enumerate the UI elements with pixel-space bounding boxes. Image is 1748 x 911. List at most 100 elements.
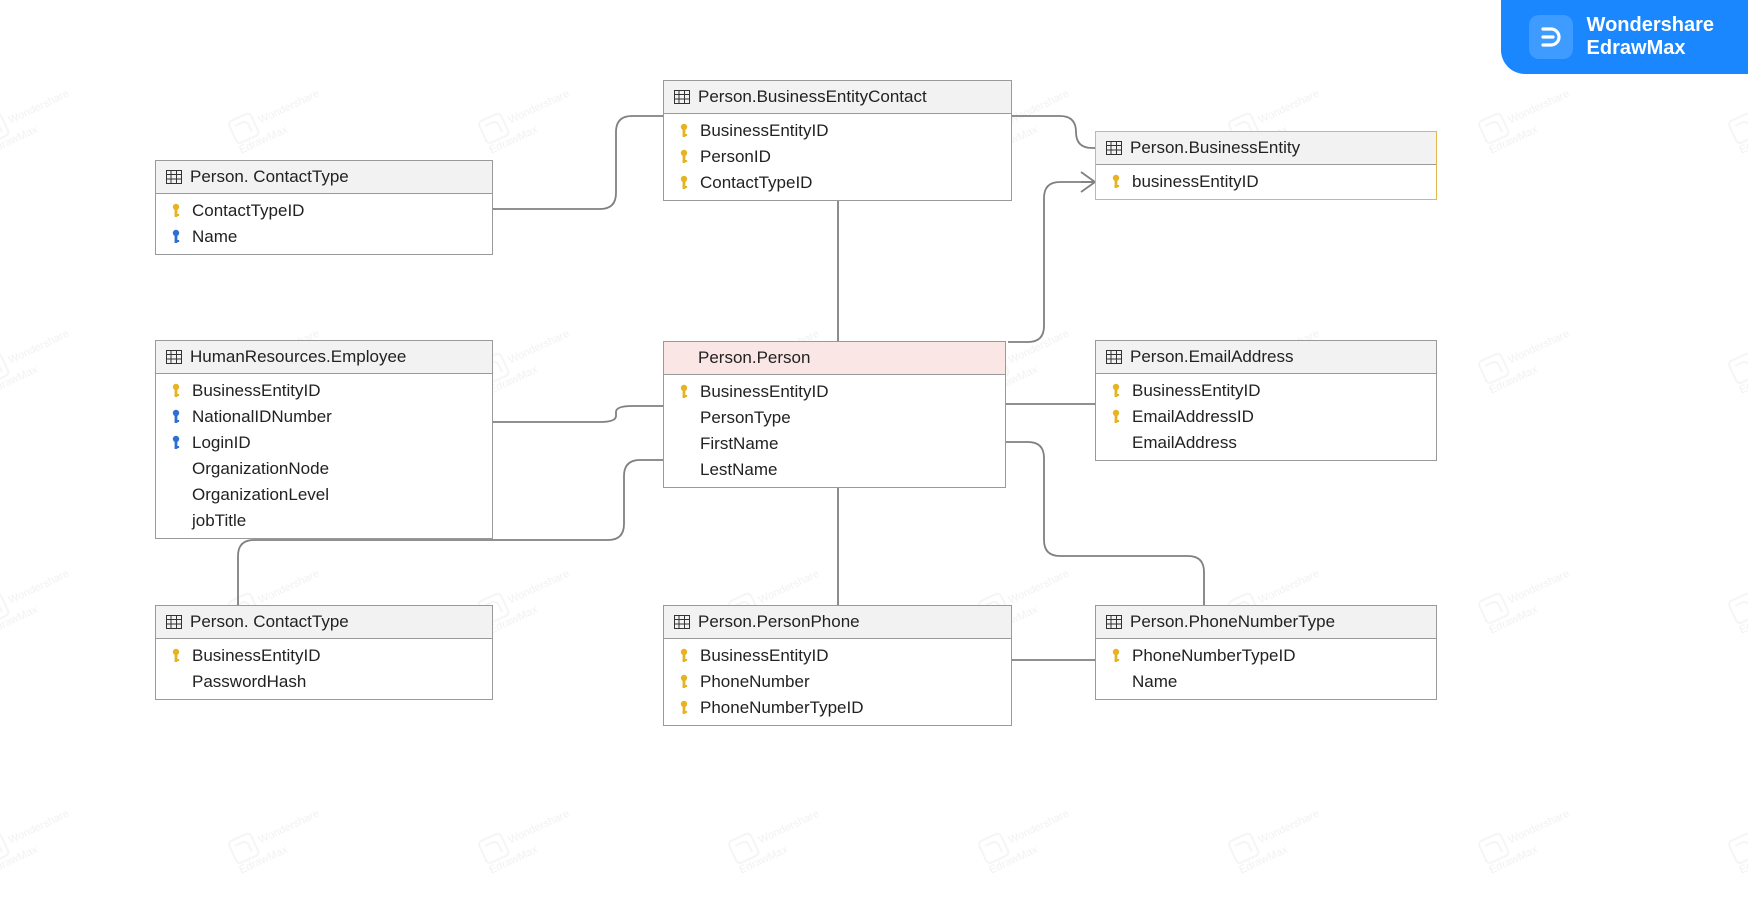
entity-title: HumanResources.Employee: [190, 347, 406, 367]
brand-line-1: Wondershare: [1587, 14, 1714, 37]
column-name: NationalIDNumber: [192, 406, 332, 428]
table-icon: [166, 350, 182, 364]
key-icon: [676, 175, 692, 191]
column-name: Name: [192, 226, 237, 248]
column-row: NationalIDNumber: [156, 404, 492, 430]
column-row: businessEntityID: [1096, 169, 1436, 195]
column-name: BusinessEntityID: [700, 381, 829, 403]
column-name: BusinessEntityID: [700, 120, 829, 142]
entity-email-address[interactable]: Person.EmailAddress BusinessEntityID Emai…: [1095, 340, 1437, 461]
column-name: PhoneNumberTypeID: [1132, 645, 1295, 667]
column-name: LoginID: [192, 432, 251, 454]
column-row: ContactTypeID: [156, 198, 492, 224]
brand-logo-icon: [1529, 15, 1573, 59]
column-name: BusinessEntityID: [1132, 380, 1261, 402]
column-row: BusinessEntityID: [156, 643, 492, 669]
column-row: PhoneNumberTypeID: [664, 695, 1011, 721]
column-name: PasswordHash: [192, 671, 306, 693]
key-icon: [676, 384, 692, 400]
column-row: BusinessEntityID: [664, 379, 1005, 405]
table-icon: [674, 90, 690, 104]
brand-badge: Wondershare EdrawMax: [1501, 0, 1748, 74]
key-icon: [676, 149, 692, 165]
column-row: FirstName: [664, 431, 1005, 457]
table-icon: [166, 170, 182, 184]
table-icon: [1106, 141, 1122, 155]
entity-header: Person.Person: [664, 342, 1005, 375]
key-icon: [168, 383, 184, 399]
column-row: BusinessEntityID: [1096, 378, 1436, 404]
column-row: LoginID: [156, 430, 492, 456]
column-row: PasswordHash: [156, 669, 492, 695]
column-row: OrganizationNode: [156, 456, 492, 482]
column-row: BusinessEntityID: [664, 643, 1011, 669]
key-icon: [1108, 409, 1124, 425]
column-name: FirstName: [700, 433, 778, 455]
entity-employee[interactable]: HumanResources.Employee BusinessEntityID…: [155, 340, 493, 539]
entity-person[interactable]: Person.Person BusinessEntityIDPersonType…: [663, 341, 1006, 488]
column-row: Name: [1096, 669, 1436, 695]
key-icon: [168, 409, 184, 425]
entity-business-entity-contact[interactable]: Person.BusinessEntityContact BusinessEnt…: [663, 80, 1012, 201]
column-row: Name: [156, 224, 492, 250]
key-icon: [168, 648, 184, 664]
entity-title: Person. ContactType: [190, 612, 349, 632]
key-icon: [168, 229, 184, 245]
entity-header: Person. ContactType: [156, 161, 492, 194]
column-name: ContactTypeID: [700, 172, 812, 194]
entity-body: ContactTypeID Name: [156, 194, 492, 254]
column-name: EmailAddress: [1132, 432, 1237, 454]
column-row: ContactTypeID: [664, 170, 1011, 196]
column-name: ContactTypeID: [192, 200, 304, 222]
column-row: PersonID: [664, 144, 1011, 170]
diagram-canvas: (function(){ const frag=document.createD…: [0, 0, 1748, 911]
key-icon: [1108, 174, 1124, 190]
entity-header: Person. ContactType: [156, 606, 492, 639]
entity-header: Person.PersonPhone: [664, 606, 1011, 639]
key-icon: [168, 435, 184, 451]
column-name: Name: [1132, 671, 1177, 693]
entity-body: BusinessEntityIDPersonTypeFirstName LestN…: [664, 375, 1005, 487]
entity-contact-type-1[interactable]: Person. ContactType ContactTypeID Name: [155, 160, 493, 255]
entity-person-phone[interactable]: Person.PersonPhone BusinessEntityID Phone…: [663, 605, 1012, 726]
entity-title: Person.Person: [698, 348, 810, 368]
entity-body: PhoneNumberTypeID Name: [1096, 639, 1436, 699]
entity-title: Person.PhoneNumberType: [1130, 612, 1335, 632]
key-icon: [676, 700, 692, 716]
column-name: businessEntityID: [1132, 171, 1259, 193]
column-row: PhoneNumberTypeID: [1096, 643, 1436, 669]
column-name: jobTitle: [192, 510, 246, 532]
entity-body: BusinessEntityID EmailAddressID EmailAddre…: [1096, 374, 1436, 460]
column-name: OrganizationLevel: [192, 484, 329, 506]
key-icon: [676, 123, 692, 139]
table-icon: [166, 615, 182, 629]
entity-body: BusinessEntityIDNationalIDNumberLoginIDO…: [156, 374, 492, 538]
brand-line-2: EdrawMax: [1587, 37, 1714, 60]
entity-title: Person.BusinessEntityContact: [698, 87, 927, 107]
key-icon: [168, 203, 184, 219]
column-row: LestName: [664, 457, 1005, 483]
column-name: PhoneNumber: [700, 671, 810, 693]
table-icon: [1106, 615, 1122, 629]
column-row: EmailAddress: [1096, 430, 1436, 456]
column-name: BusinessEntityID: [700, 645, 829, 667]
entity-header: HumanResources.Employee: [156, 341, 492, 374]
entity-body: BusinessEntityID PasswordHash: [156, 639, 492, 699]
column-row: PhoneNumber: [664, 669, 1011, 695]
entity-header: Person.PhoneNumberType: [1096, 606, 1436, 639]
entity-header: Person.EmailAddress: [1096, 341, 1436, 374]
entity-business-entity[interactable]: Person.BusinessEntity businessEntityID: [1095, 131, 1437, 200]
column-name: OrganizationNode: [192, 458, 329, 480]
column-name: LestName: [700, 459, 777, 481]
key-icon: [676, 648, 692, 664]
entity-contact-type-2[interactable]: Person. ContactType BusinessEntityID Pass…: [155, 605, 493, 700]
column-row: PersonType: [664, 405, 1005, 431]
column-name: EmailAddressID: [1132, 406, 1254, 428]
entity-phone-number-type[interactable]: Person.PhoneNumberType PhoneNumberTypeID…: [1095, 605, 1437, 700]
column-name: BusinessEntityID: [192, 645, 321, 667]
key-icon: [676, 674, 692, 690]
entity-body: BusinessEntityID PhoneNumberPhoneNumberTy…: [664, 639, 1011, 725]
column-row: OrganizationLevel: [156, 482, 492, 508]
entity-title: Person. ContactType: [190, 167, 349, 187]
key-icon: [1108, 648, 1124, 664]
